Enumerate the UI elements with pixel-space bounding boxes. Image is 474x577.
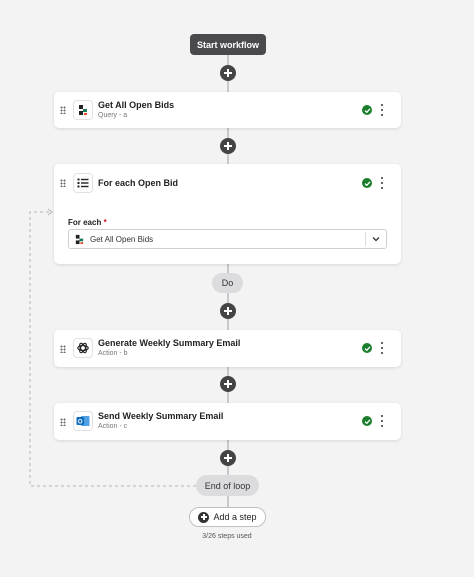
loop-do-label: Do <box>212 273 243 293</box>
step-card-generate-weekly-summary-email[interactable]: Generate Weekly Summary Email Action - b <box>54 330 401 367</box>
add-step-plus-icon[interactable] <box>220 65 236 81</box>
required-indicator: * <box>103 218 107 227</box>
add-step-plus-icon[interactable] <box>220 376 236 392</box>
for-each-label-text: For each <box>68 218 102 227</box>
start-workflow-button[interactable]: Start workflow <box>190 34 266 55</box>
step-card-for-each-open-bid[interactable]: For each Open Bid For each * Get All Ope… <box>54 164 401 264</box>
more-options-icon[interactable] <box>380 177 384 189</box>
drag-handle-icon[interactable] <box>60 418 66 426</box>
step-title: For each Open Bid <box>98 178 179 188</box>
step-card-send-weekly-summary-email[interactable]: O Send Weekly Summary Email Action - c <box>54 403 401 440</box>
add-a-step-button[interactable]: Add a step <box>189 507 266 527</box>
add-step-plus-icon[interactable] <box>220 138 236 154</box>
step-title: Send Weekly Summary Email <box>98 411 224 421</box>
workflow-canvas: Start workflow Get All Open Bids Query -… <box>0 0 474 577</box>
step-title: Get All Open Bids <box>98 100 175 110</box>
more-options-icon[interactable] <box>380 415 384 427</box>
add-step-plus-icon[interactable] <box>220 303 236 319</box>
drag-handle-icon[interactable] <box>60 106 66 114</box>
step-subtitle: Query - a <box>98 112 128 119</box>
drag-handle-icon[interactable] <box>60 345 66 353</box>
select-value: Get All Open Bids <box>90 235 154 244</box>
for-each-source-select[interactable]: Get All Open Bids <box>68 229 387 249</box>
end-of-loop-label: End of loop <box>196 475 259 496</box>
query-app-icon <box>75 234 84 245</box>
add-step-plus-icon[interactable] <box>220 450 236 466</box>
add-a-step-label: Add a step <box>213 512 257 522</box>
svg-text:O: O <box>78 419 83 425</box>
step-subtitle: Action - c <box>98 423 128 430</box>
query-app-icon <box>73 100 93 120</box>
openai-icon <box>73 338 93 358</box>
plus-circle-icon <box>198 511 210 523</box>
success-check-icon <box>362 343 372 353</box>
chevron-down-icon[interactable] <box>371 233 381 245</box>
step-card-get-all-open-bids[interactable]: Get All Open Bids Query - a <box>54 92 401 128</box>
step-subtitle: Action - b <box>98 350 128 357</box>
steps-usage-text: 3/26 steps used <box>202 533 252 540</box>
more-options-icon[interactable] <box>380 342 384 354</box>
list-icon <box>73 173 93 193</box>
select-divider <box>365 232 366 246</box>
success-check-icon <box>362 178 372 188</box>
success-check-icon <box>362 105 372 115</box>
for-each-label: For each * <box>68 218 107 227</box>
more-options-icon[interactable] <box>380 104 384 116</box>
step-title: Generate Weekly Summary Email <box>98 338 241 348</box>
outlook-icon: O <box>73 411 93 431</box>
success-check-icon <box>362 416 372 426</box>
drag-handle-icon[interactable] <box>60 179 66 187</box>
